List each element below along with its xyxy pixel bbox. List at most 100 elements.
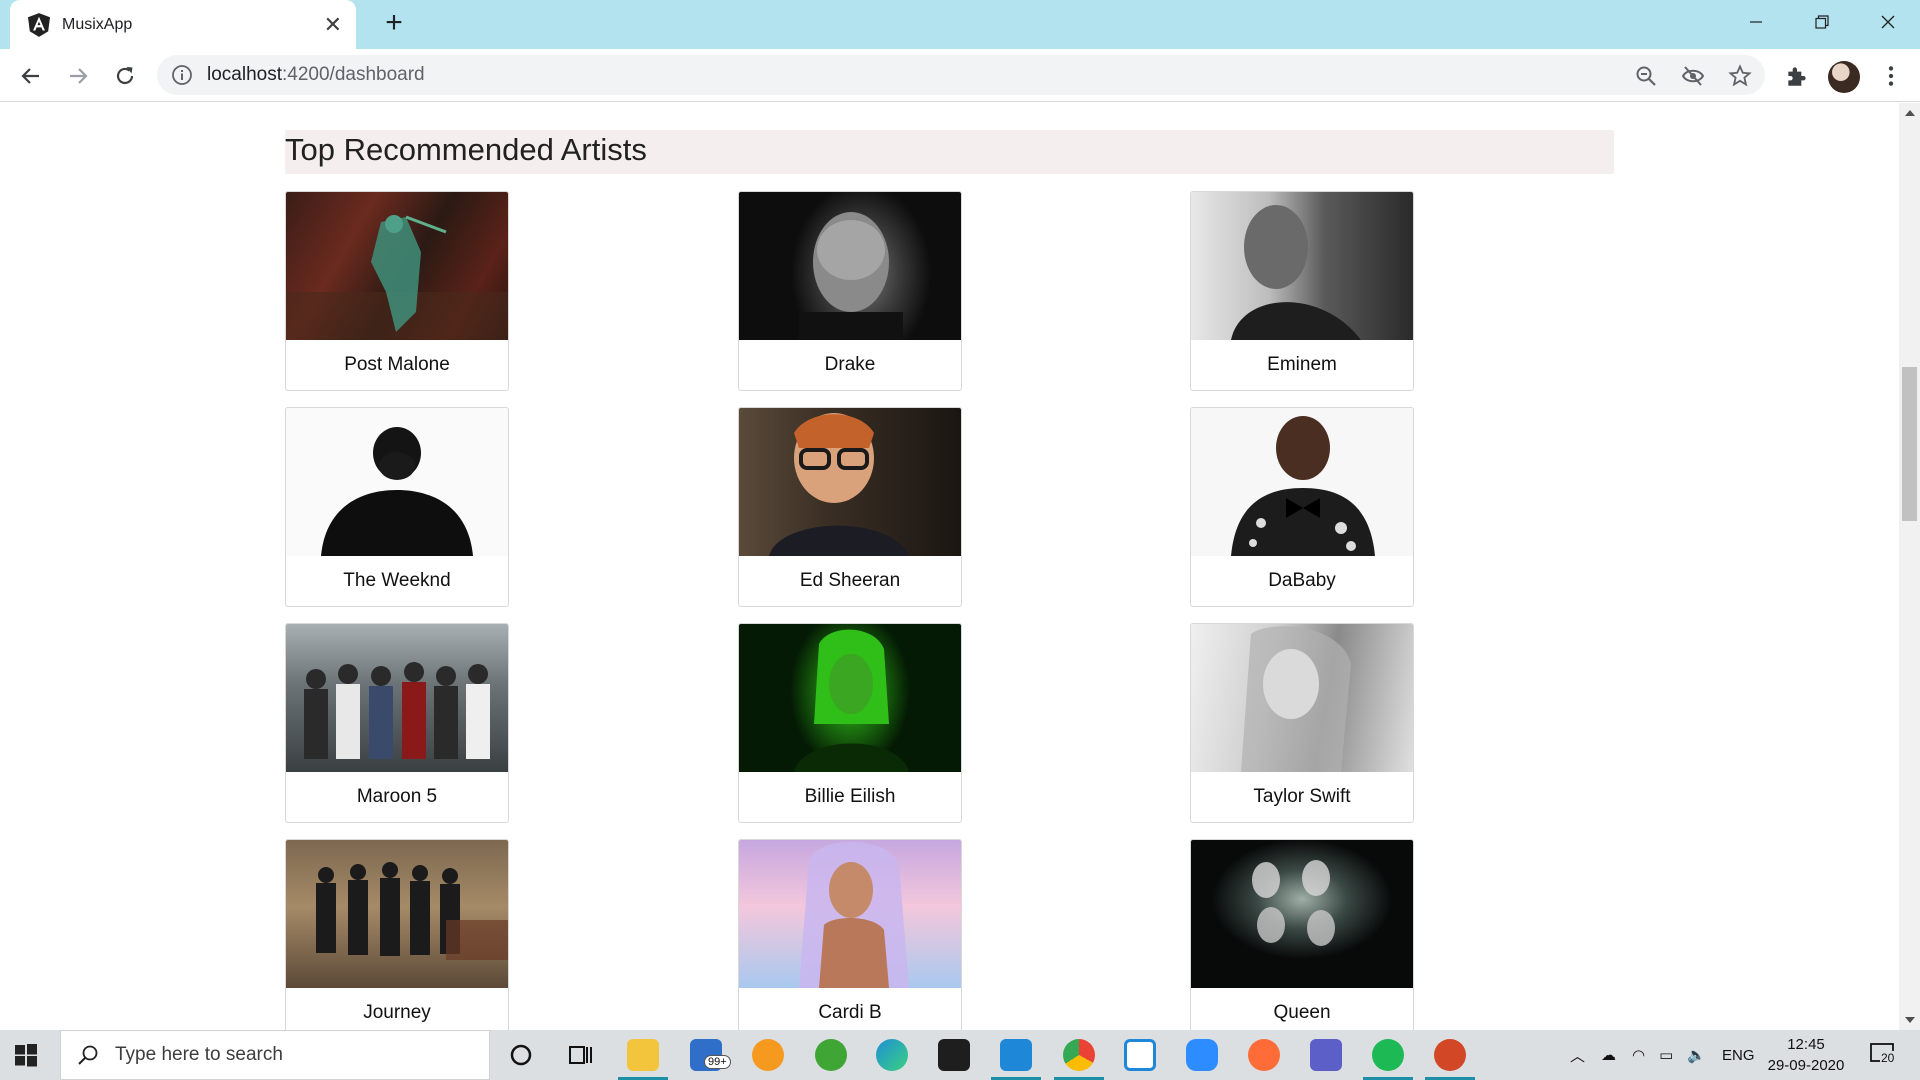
minimize-icon [1750,21,1762,23]
artist-card[interactable]: Taylor Swift [1190,623,1414,823]
mail-icon[interactable]: 99+ [690,1039,731,1071]
reload-button[interactable] [110,61,140,91]
forward-button[interactable] [63,61,93,91]
artist-image [739,840,961,988]
clock-time: 12:45 [1787,1036,1825,1053]
restore-icon [1815,15,1829,29]
forward-arrow-icon [70,68,88,84]
back-button[interactable] [16,61,46,91]
artist-card[interactable]: DaBaby [1190,407,1414,607]
artist-card[interactable]: Journey [285,839,509,1030]
artist-card[interactable]: Maroon 5 [285,623,509,823]
artist-image [286,192,508,340]
artist-card[interactable]: Eminem [1190,191,1414,391]
postman-icon[interactable] [1248,1039,1280,1071]
new-tab-button[interactable]: + [378,8,410,40]
portrait-image [794,629,909,772]
volume-icon[interactable]: 🔈 [1687,1046,1706,1064]
zoom-icon[interactable] [1634,64,1658,88]
green-app-icon[interactable] [815,1039,847,1071]
portrait-image [1241,626,1351,772]
page-viewport: Top Recommended Artists Post Malone Drak… [0,103,1899,1030]
spotify-icon[interactable] [1363,1039,1413,1080]
wifi-icon[interactable]: ◠ [1632,1046,1645,1064]
vscode-icon[interactable] [991,1039,1041,1080]
system-tray: ︿ ☁ ◠ ▭ 🔈 ENG [1570,1030,1755,1080]
tab-title: MusixApp [62,15,133,33]
windows-start-icon[interactable] [14,1043,38,1067]
language-indicator[interactable]: ENG [1722,1047,1755,1064]
artist-name: Maroon 5 [356,786,438,807]
search-icon [78,1045,98,1065]
zoom-meeting-icon[interactable] [1186,1039,1218,1071]
battery-icon[interactable]: ▭ [1659,1046,1673,1064]
back-arrow-icon [21,68,39,84]
artist-image [1191,192,1413,340]
scrollbar-thumb[interactable] [1902,367,1917,521]
snip-app-icon[interactable] [752,1039,784,1071]
task-view-icon[interactable] [565,1039,597,1071]
blue-square-app-icon[interactable] [1124,1039,1156,1071]
artist-image [739,624,961,772]
teams-icon[interactable] [1310,1039,1342,1071]
browser-title-bar: MusixApp ✕ + [0,0,1920,49]
artist-image [286,840,508,988]
notification-count: 20 [1880,1051,1896,1065]
scroll-up-arrow-icon[interactable] [1899,103,1920,123]
artist-card[interactable]: Billie Eilish [738,623,962,823]
band-photo-image [316,862,508,960]
clock-date: 29-09-2020 [1767,1057,1845,1074]
bookmark-star-icon[interactable] [1728,64,1752,88]
powerpoint-icon[interactable] [1425,1039,1475,1080]
browser-toolbar: localhost:4200/dashboard [0,49,1920,102]
reload-icon [116,67,134,85]
taskbar-clock[interactable]: 12:45 29-09-2020 [1766,1034,1846,1076]
artist-card[interactable]: Ed Sheeran [738,407,962,607]
more-menu-icon[interactable] [1878,63,1904,89]
taskbar-search-box[interactable]: Type here to search [60,1030,490,1080]
artist-image [739,192,961,340]
armored-figure-image [286,215,508,340]
portrait-image [1231,205,1361,340]
artist-card[interactable]: Post Malone [285,191,509,391]
edge-browser-icon[interactable] [876,1039,908,1071]
action-center-icon[interactable]: 20 [1870,1043,1898,1067]
artist-card[interactable]: The Weeknd [285,407,509,607]
onedrive-cloud-icon[interactable]: ☁ [1601,1046,1616,1064]
windows-taskbar: Type here to search 99+ ︿ ☁ ◠ ▭ 🔈 ENG 12… [0,1030,1920,1080]
portrait-image [799,841,909,988]
band-photo-image [304,662,490,759]
browser-tab[interactable]: MusixApp ✕ [10,0,356,49]
portrait-image [1231,416,1375,556]
artist-image [1191,408,1413,556]
restore-button[interactable] [1789,4,1855,40]
close-icon [1881,15,1895,29]
artist-name: DaBaby [1268,570,1336,591]
tab-close-icon[interactable]: ✕ [324,13,342,36]
address-bar[interactable]: localhost:4200/dashboard [157,55,1765,95]
artist-card[interactable]: Cardi B [738,839,962,1030]
extensions-puzzle-icon[interactable] [1784,63,1810,89]
close-window-button[interactable] [1855,4,1920,40]
url-text[interactable]: localhost:4200/dashboard [207,64,425,86]
cortana-icon[interactable] [505,1039,537,1071]
artist-name: Ed Sheeran [799,570,901,591]
profile-avatar[interactable] [1828,61,1860,93]
show-hidden-icons-chevron-icon[interactable]: ︿ [1570,1045,1585,1066]
chrome-icon[interactable] [1054,1039,1104,1080]
portrait-image [769,413,909,556]
artist-card[interactable]: Drake [738,191,962,391]
tracking-blocked-icon[interactable] [1681,64,1705,88]
artist-name: Cardi B [818,1002,882,1023]
minimize-button[interactable] [1723,4,1789,40]
angular-logo-icon [28,12,50,37]
artist-image [1191,840,1413,988]
vertical-scrollbar[interactable] [1899,103,1920,1030]
scroll-down-arrow-icon[interactable] [1899,1010,1920,1030]
site-info-icon[interactable] [171,64,193,86]
artist-image [286,408,508,556]
artist-name: Drake [824,354,876,375]
artist-card[interactable]: Queen [1190,839,1414,1030]
terminal-icon[interactable] [938,1039,970,1071]
file-explorer-icon[interactable] [618,1039,668,1080]
